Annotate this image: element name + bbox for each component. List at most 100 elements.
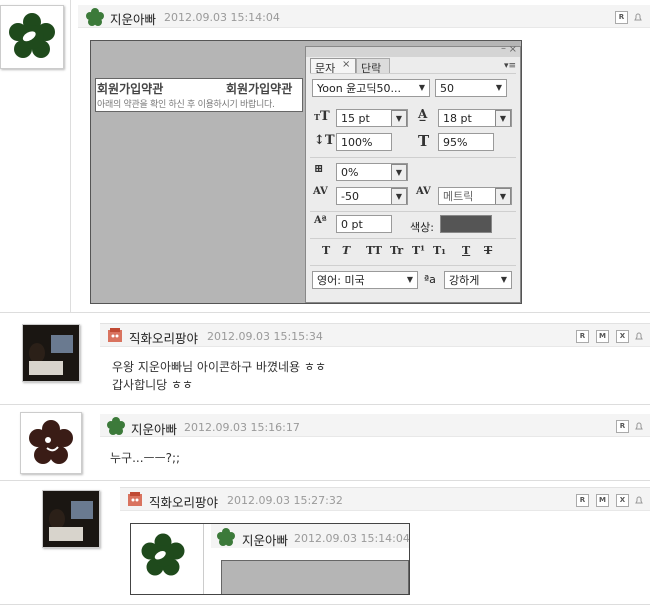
flower-avatar-icon [29, 420, 73, 464]
baseline-shift-icon: Aª [314, 215, 327, 226]
reply-button[interactable]: R [616, 420, 629, 433]
reply-button[interactable]: R [615, 11, 628, 24]
modify-button[interactable]: M [596, 494, 609, 507]
photo-avatar-icon [23, 325, 79, 381]
comment-text: 누구...ㅡㅡ?;; [110, 451, 181, 465]
tab-close-icon[interactable]: × [342, 59, 350, 70]
panel-menu-icon[interactable]: ▾≡ [504, 61, 516, 71]
faux-italic-button[interactable]: T [342, 244, 350, 257]
canvas-title-right: 회원가입약관 [226, 82, 293, 96]
user-level-icon [128, 492, 142, 506]
delete-button[interactable]: X [616, 494, 629, 507]
quoted-screenshot: 지운아빠 2012.09.03 15:14:04 [130, 523, 410, 595]
flower-avatar-icon [9, 13, 55, 58]
modify-button[interactable]: M [596, 330, 609, 343]
antialias-select[interactable]: 강하게 ▼ [444, 271, 512, 289]
thread-divider [203, 524, 204, 594]
close-icon[interactable]: × [509, 44, 517, 55]
quoted-screenshot-thumbnail [221, 560, 409, 594]
divider [0, 604, 650, 605]
horizontal-scale-icon: T [418, 132, 430, 150]
language-select[interactable]: 영어: 미국 ▼ [312, 271, 418, 289]
color-swatch[interactable] [440, 215, 492, 233]
delete-button[interactable]: X [616, 330, 629, 343]
chevron-down-icon: ▼ [492, 80, 506, 96]
language-value: 영어: 미국 [317, 274, 365, 287]
alert-icon[interactable] [635, 422, 643, 430]
chevron-down-icon: ▼ [495, 188, 511, 204]
chevron-down-icon: ▼ [415, 80, 429, 96]
chevron-down-icon: ▼ [495, 110, 511, 126]
superscript-button[interactable]: T¹ [412, 244, 425, 257]
alert-icon[interactable] [634, 13, 642, 21]
author-name[interactable]: 직화오리팡야 [149, 492, 218, 511]
font-size-icon: TT [314, 109, 330, 124]
reply-button[interactable]: R [576, 494, 589, 507]
font-size-input[interactable]: 15 pt ▼ [336, 109, 408, 127]
comment-text: 우왕 지운아빠님 아이콘하구 바꼈네용 ㅎㅎ [112, 360, 326, 374]
tab-character[interactable]: 문자 × [310, 58, 356, 75]
avatar[interactable] [22, 324, 80, 382]
author-name[interactable]: 지운아빠 [131, 419, 177, 438]
avatar[interactable] [20, 412, 82, 474]
canvas-title-left: 회원가입약관 [97, 82, 164, 96]
faux-bold-button[interactable]: T [322, 244, 330, 257]
color-label: 색상: [410, 221, 434, 234]
all-caps-button[interactable]: TT [366, 244, 382, 257]
canvas-subtitle: 아래의 약관을 확인 하신 후 이용하시기 바랍니다. [97, 100, 275, 110]
panel-titlebar[interactable] [306, 47, 520, 57]
tsume-icon: ⊞ [314, 162, 324, 175]
user-level-icon [86, 8, 104, 26]
font-style-value: 50 [440, 82, 454, 95]
tab-paragraph[interactable]: 단락 [356, 58, 390, 75]
divider [0, 480, 650, 481]
tracking-icon: AV [313, 186, 328, 197]
chevron-down-icon: ▼ [391, 110, 407, 126]
vertical-scale-input[interactable]: 100% [336, 133, 392, 151]
small-caps-button[interactable]: Tr [390, 244, 403, 257]
font-size-value: 15 pt [341, 112, 370, 125]
comment-header [100, 414, 650, 437]
flower-avatar-icon [141, 533, 185, 576]
tsume-value: 0% [341, 166, 359, 179]
font-style-select[interactable]: 50 ▼ [435, 79, 507, 97]
thread-divider [70, 0, 71, 312]
comment-date: 2012.09.03 15:14:04 [164, 11, 280, 24]
photo-avatar-icon [43, 491, 99, 547]
minimize-icon[interactable]: – [501, 43, 506, 54]
tsume-input[interactable]: 0% ▼ [336, 163, 408, 181]
font-family-select[interactable]: Yoon 윤고딕50... ▼ [312, 79, 430, 97]
baseline-shift-input[interactable]: 0 pt [336, 215, 392, 233]
chevron-down-icon: ▼ [497, 272, 511, 288]
comment-date: 2012.09.03 15:15:34 [207, 330, 323, 343]
leading-input[interactable]: 18 pt ▼ [438, 109, 512, 127]
leading-icon: A̲ [418, 107, 428, 121]
quoted-author-name: 지운아빠 [242, 533, 289, 548]
chevron-down-icon: ▼ [391, 164, 407, 180]
attached-screenshot: 회원가입약관 회원가입약관 아래의 약관을 확인 하신 후 이용하시기 바랍니다… [90, 40, 522, 304]
horizontal-scale-input[interactable]: 95% [438, 133, 494, 151]
reply-button[interactable]: R [576, 330, 589, 343]
author-name[interactable]: 직화오리팡야 [129, 328, 198, 347]
divider [0, 404, 650, 405]
vertical-scale-value: 100% [341, 136, 373, 149]
vertical-scale-icon: ↕T [314, 133, 335, 148]
baseline-shift-value: 0 pt [341, 218, 363, 231]
underline-button[interactable]: T [462, 244, 470, 257]
kerning-select[interactable]: 메트릭 ▼ [438, 187, 512, 205]
alert-icon[interactable] [635, 496, 643, 504]
character-panel: – × 문자 × 단락 ▾≡ Yoon 윤고딕50... ▼ 50 ▼ TT 1… [305, 43, 521, 303]
author-name[interactable]: 지운아빠 [110, 9, 156, 28]
antialias-value: 강하게 [449, 274, 480, 287]
strikethrough-button[interactable]: T [484, 244, 492, 257]
separator [310, 73, 516, 74]
separator [310, 238, 516, 239]
subscript-button[interactable]: T₁ [433, 244, 446, 257]
avatar[interactable] [0, 5, 64, 69]
canvas-text-box: 회원가입약관 회원가입약관 아래의 약관을 확인 하신 후 이용하시기 바랍니다… [95, 78, 303, 112]
comment-date: 2012.09.03 15:16:17 [184, 421, 300, 434]
alert-icon[interactable] [635, 332, 643, 340]
tracking-input[interactable]: -50 ▼ [336, 187, 408, 205]
quoted-comment-date: 2012.09.03 15:14:04 [294, 532, 410, 545]
avatar[interactable] [42, 490, 100, 548]
